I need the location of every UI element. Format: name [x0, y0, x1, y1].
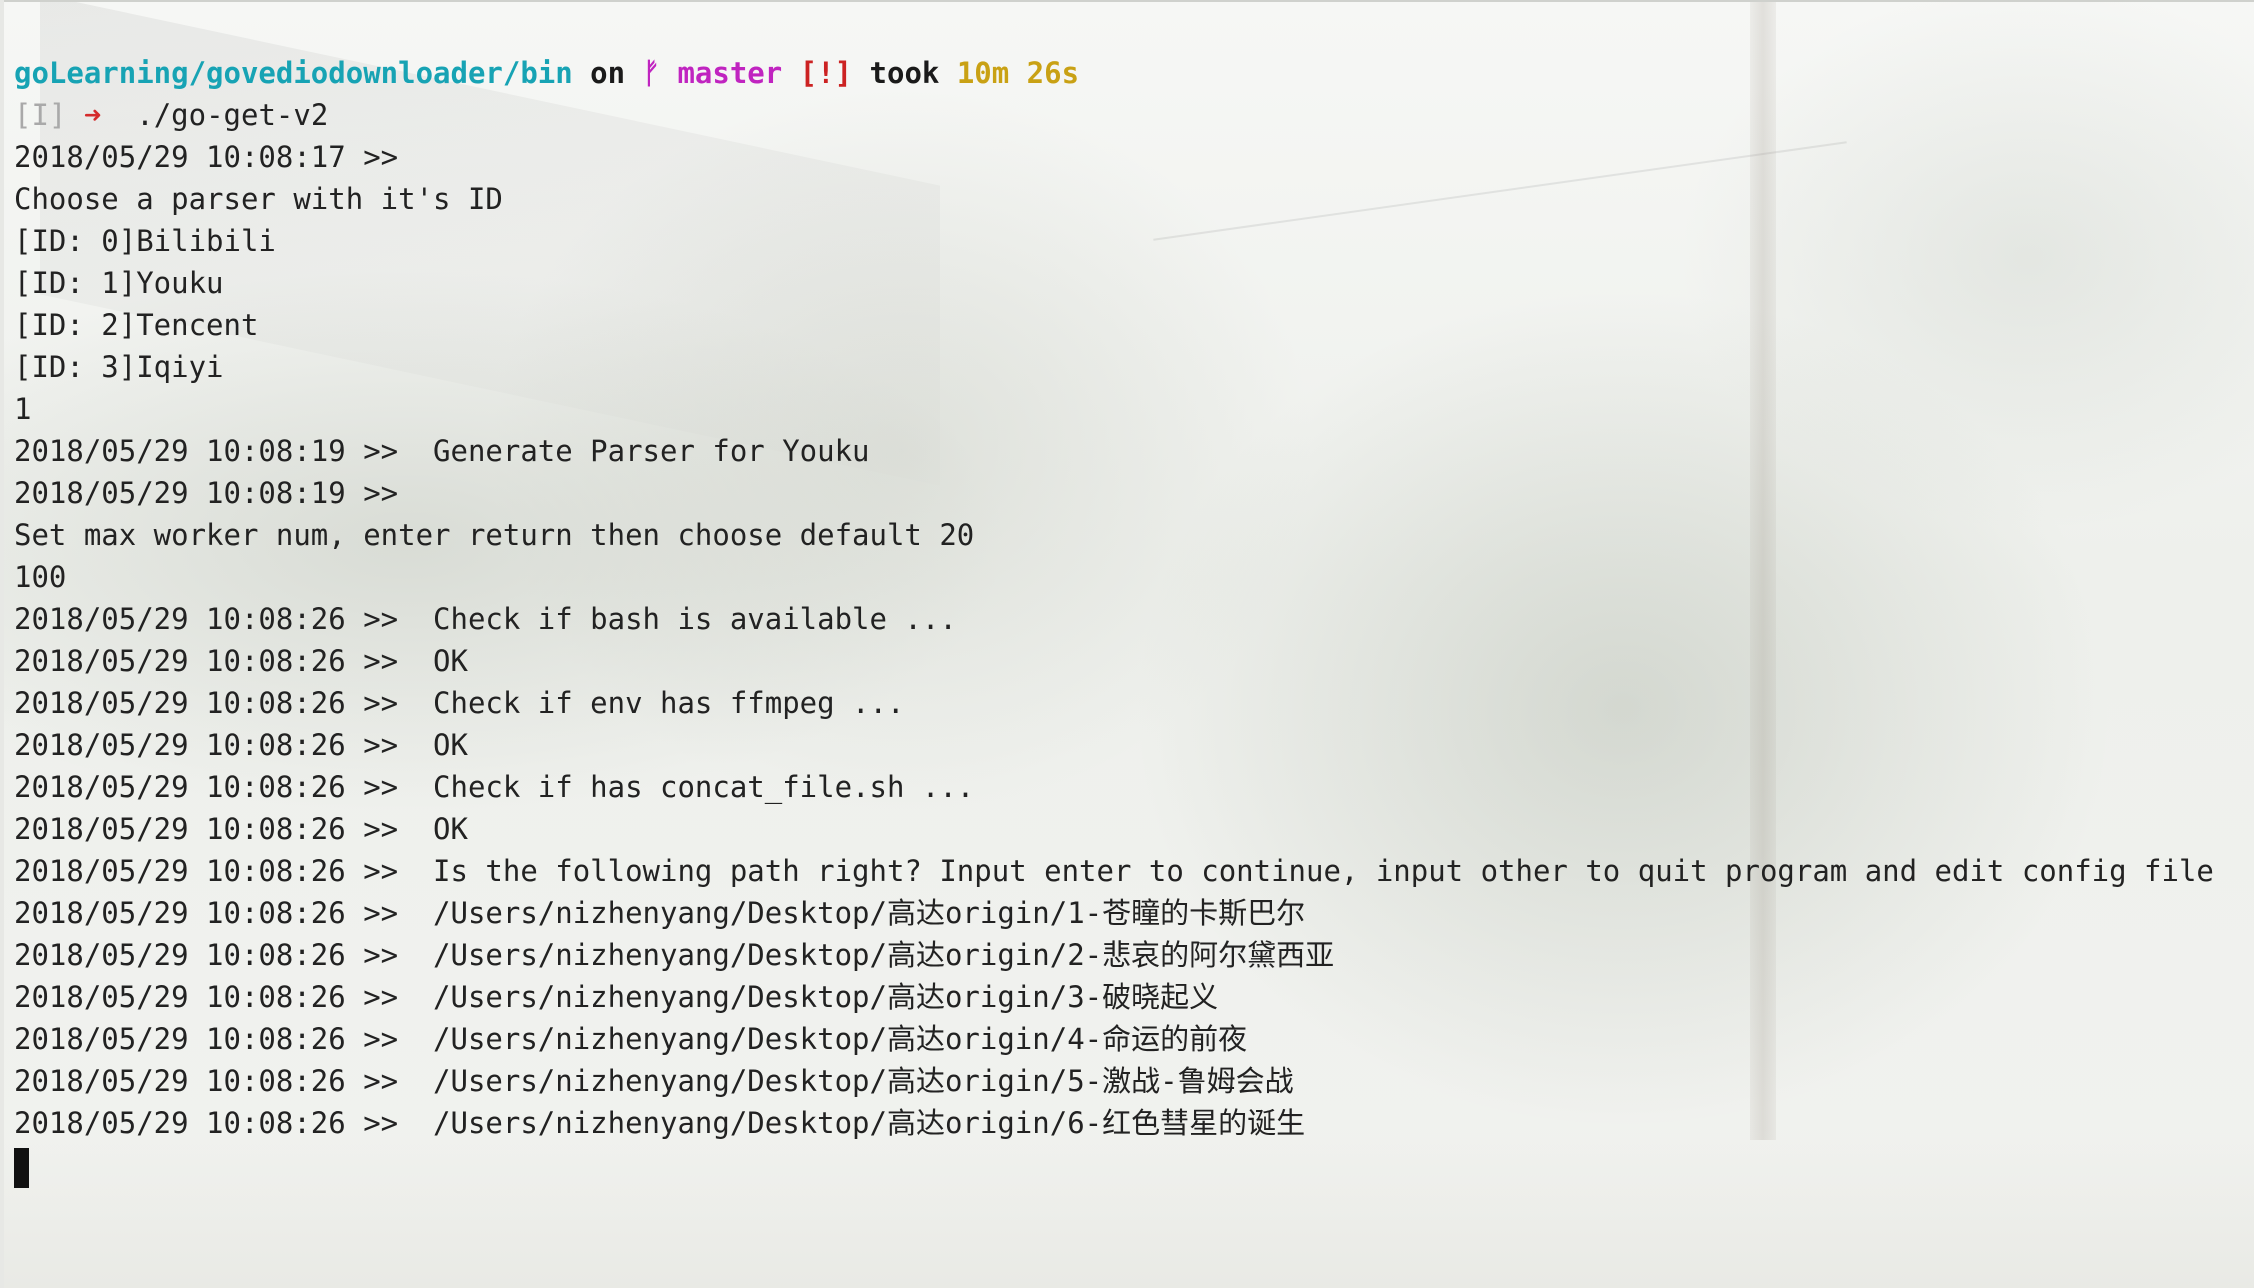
- output-line: 1: [14, 392, 32, 426]
- command-text: ./go-get-v2: [136, 98, 329, 132]
- window-left-border: [0, 0, 4, 1288]
- output-line: 2018/05/29 10:08:26 >> /Users/nizhenyang…: [14, 1022, 1248, 1056]
- output-line: 2018/05/29 10:08:26 >> OK: [14, 644, 468, 678]
- output-line: [ID: 3]Iqiyi: [14, 350, 224, 384]
- shell-prompt-line: goLearning/govediodownloader/bin on ᚠ ma…: [14, 52, 2240, 94]
- output-line: 100: [14, 560, 67, 594]
- output-line: Set max worker num, enter return then ch…: [14, 518, 975, 552]
- prompt-duration: 10m 26s: [956, 56, 1080, 90]
- vi-mode-indicator: [I]: [14, 98, 67, 132]
- output-line: 2018/05/29 10:08:26 >> /Users/nizhenyang…: [14, 1106, 1306, 1140]
- output-line: [ID: 1]Youku: [14, 266, 224, 300]
- prompt-git-status: [!]: [799, 56, 853, 90]
- text-cursor: [14, 1148, 29, 1188]
- command-line: [I] ➜ ./go-get-v2: [14, 94, 2240, 136]
- output-line: 2018/05/29 10:08:26 >> /Users/nizhenyang…: [14, 1064, 1294, 1098]
- output-line: 2018/05/29 10:08:26 >> /Users/nizhenyang…: [14, 980, 1219, 1014]
- window-top-border: [0, 0, 2254, 2]
- output-line: 2018/05/29 10:08:26 >> Is the following …: [14, 854, 2214, 888]
- output-line: 2018/05/29 10:08:26 >> OK: [14, 728, 468, 762]
- output-line: 2018/05/29 10:08:26 >> Check if has conc…: [14, 770, 975, 804]
- output-line: [ID: 2]Tencent: [14, 308, 259, 342]
- output-line: 2018/05/29 10:08:19 >>: [14, 476, 399, 510]
- output-line: Choose a parser with it's ID: [14, 182, 503, 216]
- output-line: 2018/05/29 10:08:17 >>: [14, 140, 399, 174]
- git-branch-icon: ᚠ: [642, 56, 660, 90]
- output-line: 2018/05/29 10:08:26 >> /Users/nizhenyang…: [14, 938, 1335, 972]
- output-line: 2018/05/29 10:08:26 >> Check if bash is …: [14, 602, 957, 636]
- prompt-directory: goLearning/govediodownloader/bin: [14, 56, 573, 90]
- output-line: 2018/05/29 10:08:26 >> /Users/nizhenyang…: [14, 896, 1306, 930]
- output-line: [ID: 0]Bilibili: [14, 224, 276, 258]
- input-line[interactable]: [14, 1144, 2240, 1188]
- output-line: 2018/05/29 10:08:26 >> OK: [14, 812, 468, 846]
- output-line: 2018/05/29 10:08:19 >> Generate Parser f…: [14, 434, 870, 468]
- prompt-arrow-icon: ➜: [83, 98, 102, 132]
- prompt-branch-name: master: [677, 56, 783, 90]
- output-line: 2018/05/29 10:08:26 >> Check if env has …: [14, 686, 905, 720]
- prompt-on-text: on: [590, 56, 626, 90]
- prompt-took-text: took: [869, 56, 940, 90]
- terminal-output[interactable]: goLearning/govediodownloader/bin on ᚠ ma…: [14, 52, 2240, 1232]
